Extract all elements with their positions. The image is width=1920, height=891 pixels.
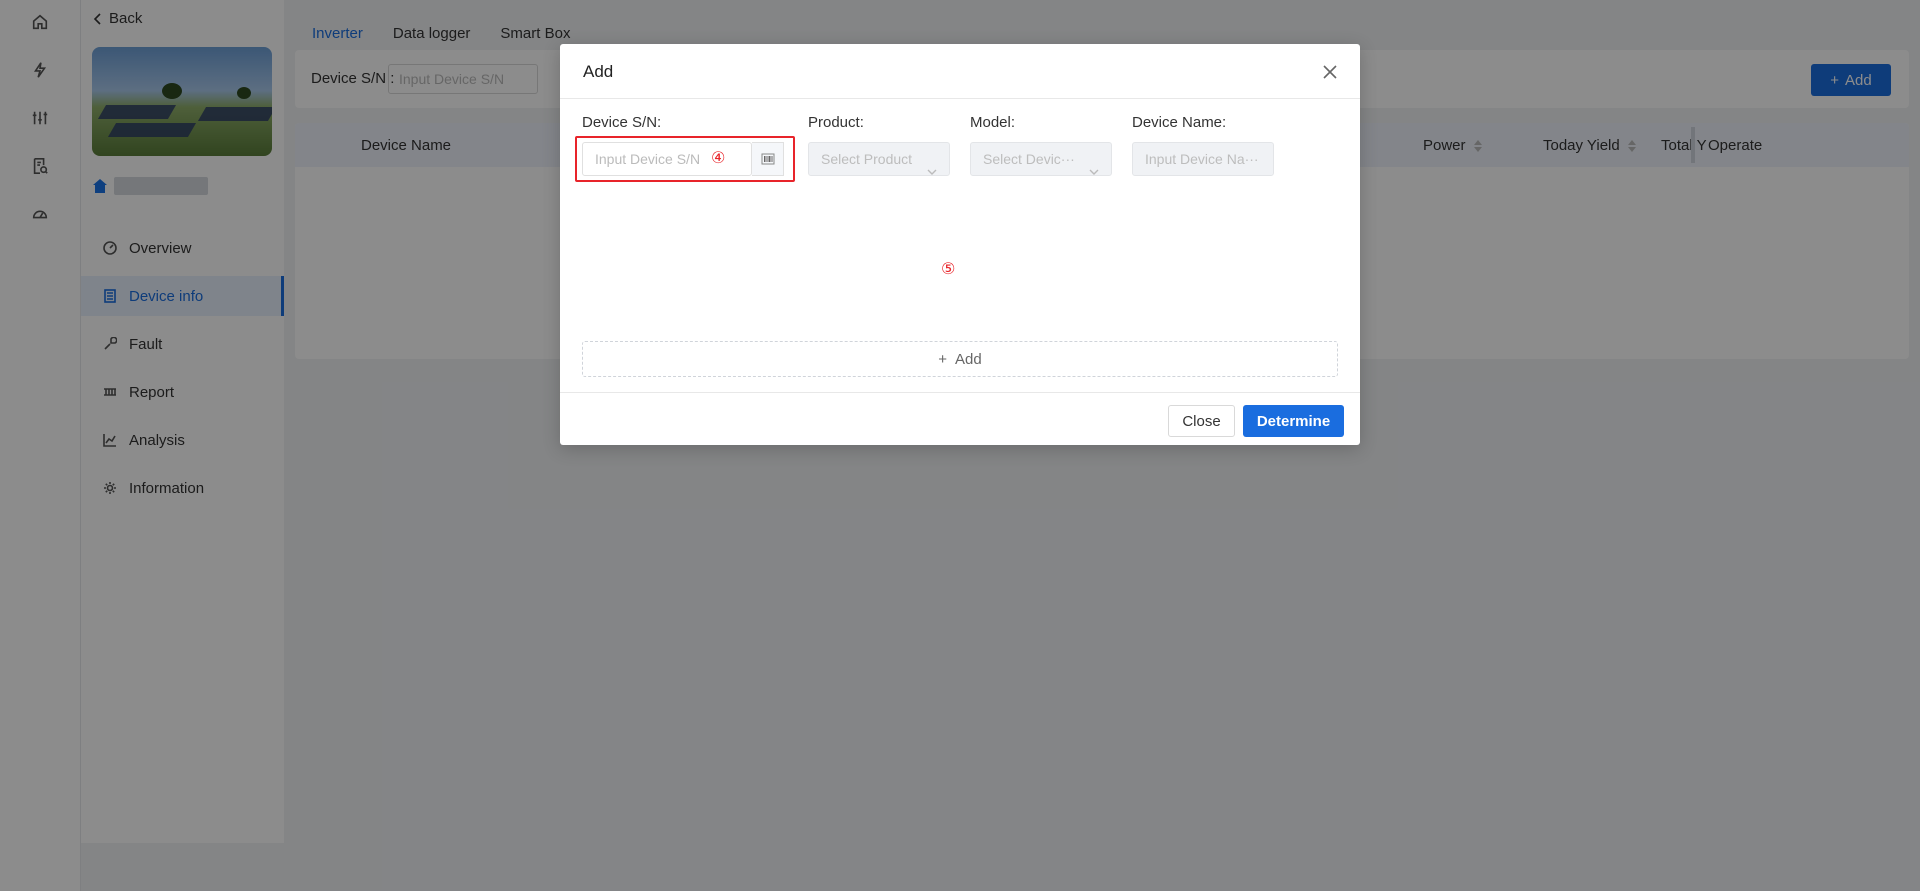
device-name-label: Device Name: — [1132, 114, 1227, 131]
step-marker-4: ④ — [711, 150, 726, 167]
add-row-button[interactable]: + Add — [582, 341, 1338, 377]
plus-icon: + — [938, 350, 948, 368]
model-select-value: Select Devic··· — [983, 151, 1075, 167]
sn-highlight-box — [575, 136, 795, 182]
close-button[interactable]: Close — [1168, 405, 1235, 437]
add-row-label: Add — [955, 350, 982, 368]
modal-footer: Close Determine — [560, 392, 1360, 445]
add-device-modal: Add Device S/N: Product: Model: Device N… — [560, 44, 1360, 445]
modal-header: Add — [560, 44, 1360, 99]
product-select-value: Select Product — [821, 151, 913, 167]
close-icon[interactable] — [1322, 64, 1338, 80]
product-select[interactable]: Select Product — [808, 142, 950, 176]
model-select[interactable]: Select Devic··· — [970, 142, 1112, 176]
determine-button[interactable]: Determine — [1243, 405, 1344, 437]
chevron-down-icon — [927, 155, 937, 175]
step-marker-5: ⑤ — [941, 261, 956, 278]
chevron-down-icon — [1089, 155, 1099, 175]
device-name-input[interactable]: Input Device Na··· — [1132, 142, 1274, 176]
product-label: Product: — [808, 114, 864, 131]
model-label: Model: — [970, 114, 1016, 131]
device-sn-label: Device S/N: — [582, 114, 662, 131]
modal-title: Add — [583, 62, 614, 81]
